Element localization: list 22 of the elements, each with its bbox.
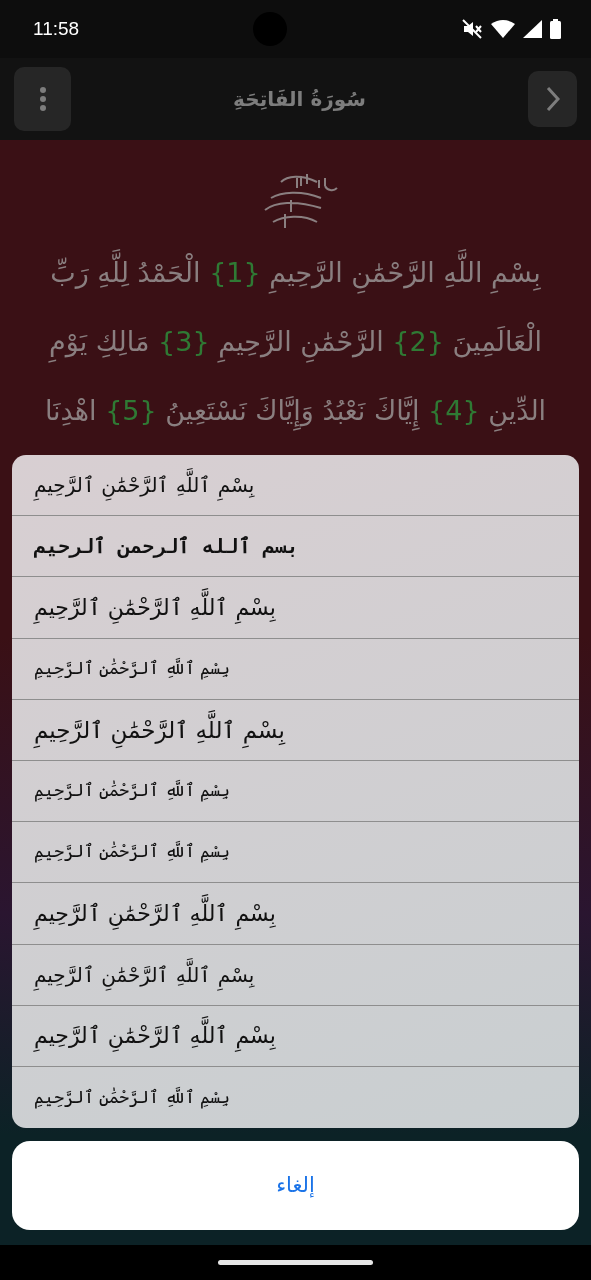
chevron-right-icon — [545, 86, 560, 112]
surah-title: سُورَةُ الفَاتِحَةِ — [233, 86, 366, 113]
menu-icon — [38, 87, 47, 111]
font-option[interactable]: بِسْمِ ٱللَّهِ ٱلرَّحْمَٰنِ ٱلرَّحِيمِ — [12, 822, 579, 884]
wifi-icon — [491, 20, 515, 38]
font-option[interactable]: بِسْمِ ٱللَّهِ ٱلرَّحْمَٰنِ ٱلرَّحِيمِ — [12, 455, 579, 517]
font-option[interactable]: بِسْمِ ٱللَّهِ ٱلرَّحْمَٰنِ ٱلرَّحِيمِ — [12, 883, 579, 945]
font-option[interactable]: بِسْمِ ٱللَّهِ ٱلرَّحْمَٰنِ ٱلرَّحِيمِ — [12, 944, 579, 1006]
mute-icon — [461, 18, 483, 40]
font-option[interactable]: بسم ٱلله ٱلرحمن ٱلرحيم — [12, 516, 579, 578]
menu-button[interactable] — [14, 67, 71, 131]
font-option[interactable]: بِسْمِ ٱللَّهِ ٱلرَّحْمَٰنِ ٱلرَّحِيمِ — [12, 760, 579, 823]
signal-icon — [523, 20, 542, 38]
font-option[interactable]: بِسْمِ ٱللَّهِ ٱلرَّحْمَٰنِ ٱلرَّحِيمِ — [12, 638, 579, 700]
font-option[interactable]: بِسْمِ ٱللَّهِ ٱلرَّحْمَٰنِ ٱلرَّحِيمِ — [12, 1066, 579, 1129]
font-option[interactable]: بِسْمِ ٱللَّهِ ٱلرَّحْمَٰنِ ٱلرَّحِيمِ — [12, 699, 579, 761]
font-option[interactable]: بِسْمِ ٱللَّهِ ٱلرَّحْمَٰنِ ٱلرَّحِيمِ — [12, 577, 579, 639]
battery-icon — [550, 19, 561, 39]
clock: 11:58 — [33, 16, 80, 41]
cancel-button[interactable]: إلغاء — [12, 1141, 579, 1230]
font-option[interactable]: بِسْمِ ٱللَّهِ ٱلرَّحْمَٰنِ ٱلرَّحِيمِ — [12, 1005, 579, 1067]
next-button[interactable] — [528, 71, 577, 127]
